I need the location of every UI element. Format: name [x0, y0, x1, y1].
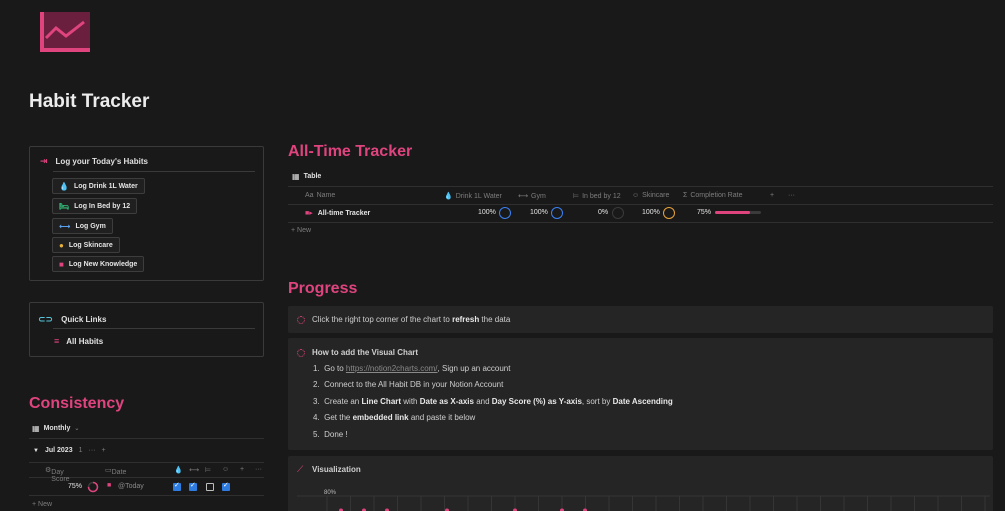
text-icon: Aa [305, 192, 314, 199]
bed-checkbox[interactable] [206, 483, 214, 491]
skincare-percent: 100% [642, 209, 660, 216]
gym-column-header[interactable]: ⟷ Gym [518, 192, 546, 201]
notion2charts-link[interactable]: https://notion2charts.com/ [346, 364, 438, 373]
log-gym-button[interactable]: ⟷ Log Gym [52, 218, 113, 234]
login-arrow-icon: ⇥ [40, 156, 48, 166]
bed-icon: ⊨ [573, 193, 580, 200]
loading-icon [297, 316, 305, 324]
face-icon: ● [59, 240, 64, 250]
completion-bar-fill [715, 211, 750, 214]
skincare-checkbox[interactable] [222, 481, 230, 491]
date-column-header[interactable]: ▭ Date [105, 466, 126, 476]
log-habits-header: ⇥ Log your Today's Habits [40, 156, 148, 167]
bed-icon: 🛏 [59, 201, 70, 211]
water-checkbox[interactable] [173, 481, 181, 491]
log-habits-box: ⇥ Log your Today's Habits 💧 Log Drink 1L… [29, 146, 264, 281]
log-drink-water-button[interactable]: 💧 Log Drink 1L Water [52, 178, 145, 194]
water-column-header[interactable]: 💧 Drink 1L Water [444, 192, 502, 201]
chart-icon: ⟋ [297, 464, 304, 474]
dumbbell-icon: ⟷ [189, 467, 200, 474]
howto-callout: How to add the Visual Chart [288, 338, 993, 450]
step-1: 1. Go to https://notion2charts.com/, Sig… [313, 364, 511, 373]
completion-column-header[interactable]: Σ Completion Rate [683, 192, 742, 199]
face-icon: ☺ [222, 466, 230, 473]
step-5: 5. Done ! [313, 430, 348, 439]
loading-icon [297, 349, 305, 357]
function-icon: Σ [683, 192, 688, 199]
bed-column-header[interactable]: ⊨ In bed by 12 [573, 192, 621, 201]
consistency-title: Consistency [29, 395, 125, 412]
log-habits-title: Log your Today's Habits [55, 157, 148, 166]
table-row[interactable]: 75% ■ @Today [29, 478, 264, 496]
gym-percent: 100% [530, 209, 548, 216]
consistency-table-header: ⚙ Day Score ▭ Date 💧 ⟷ ⊨ ☺ + ··· [29, 462, 264, 483]
more-columns-button[interactable]: ··· [788, 192, 795, 199]
monthly-view-tab[interactable]: ▦ Monthly ⌄ [32, 424, 79, 433]
add-column-button[interactable]: + [770, 192, 774, 199]
dumbbell-icon: ⟷ [59, 221, 71, 231]
completion-bar [715, 211, 761, 214]
step-3: 3. Create an Line Chart with Date as X-a… [313, 397, 673, 406]
bed-progress-ring [612, 207, 624, 219]
water-progress-ring [499, 207, 511, 219]
score-ring [87, 481, 99, 493]
date-value: @Today [118, 483, 144, 490]
date-icon: ■ [107, 482, 112, 489]
visualization-title: Visualization [312, 465, 361, 474]
log-new-knowledge-button[interactable]: ■ Log New Knowledge [52, 256, 145, 272]
water-drop-icon: 💧 [59, 181, 69, 191]
step-4: 4. Get the embedded link and paste it be… [313, 413, 476, 422]
all-time-tracker-row[interactable]: ■▸ All-time Tracker [305, 209, 370, 217]
completion-percent: 75% [697, 209, 712, 216]
book-icon: ■ [59, 259, 64, 269]
water-drop-icon: 💧 [174, 467, 183, 474]
day-score-column-header[interactable]: ⚙ Day Score [45, 466, 70, 483]
table-icon: ▦ [292, 172, 300, 181]
group-more-button[interactable]: ··· [89, 447, 96, 454]
link-icon: ⊂⊃ [38, 314, 54, 324]
dumbbell-icon: ⟷ [518, 193, 529, 200]
chevron-down-icon: ⌄ [74, 426, 80, 432]
quick-links-header: ⊂⊃ Quick Links [38, 314, 107, 324]
name-column-header[interactable]: Aa Name [305, 192, 335, 199]
water-drop-icon: 💧 [444, 193, 453, 200]
calendar-icon: ▦ [32, 424, 40, 433]
database-icon: ≡ [54, 336, 60, 346]
table-view-tab[interactable]: ▦ Table [292, 172, 321, 181]
bed-icon: ⊨ [205, 467, 212, 474]
progress-title: Progress [288, 280, 358, 297]
all-time-tracker-title: All-Time Tracker [288, 143, 413, 160]
triangle-down-icon: ▼ [33, 447, 39, 454]
water-percent: 100% [478, 209, 496, 216]
howto-title: How to add the Visual Chart [312, 348, 419, 357]
refresh-callout: Click the right top corner of the chart … [288, 306, 993, 333]
quick-link-all-habits[interactable]: ≡ All Habits [54, 336, 103, 346]
consistency-new-button[interactable]: + New [32, 501, 52, 508]
all-time-new-button[interactable]: + New [291, 227, 311, 234]
quick-links-box: ⊂⊃ Quick Links ≡ All Habits [29, 302, 264, 357]
face-icon: ☺ [632, 192, 640, 199]
gym-progress-ring [551, 207, 563, 219]
gym-checkbox[interactable] [189, 481, 197, 491]
visualization-chart[interactable] [297, 494, 990, 511]
skincare-column-header[interactable]: ☺ Skincare [632, 192, 669, 199]
skincare-progress-ring [663, 207, 675, 219]
step-2: 2. Connect to the All Habit DB in your N… [313, 380, 504, 389]
log-in-bed-button[interactable]: 🛏 Log In Bed by 12 [52, 198, 138, 214]
add-column-button[interactable]: + [240, 466, 244, 473]
log-skincare-button[interactable]: ● Log Skincare [52, 237, 120, 253]
group-add-button[interactable]: + [102, 447, 106, 454]
page-title: Habit Tracker [29, 91, 150, 112]
line-chart-icon [40, 12, 90, 52]
group-jul-2023[interactable]: ▼ Jul 2023 1 ··· + [33, 447, 106, 454]
tracker-icon: ■▸ [305, 210, 313, 217]
bed-percent: 0% [598, 209, 609, 216]
more-columns-button[interactable]: ··· [255, 466, 262, 473]
